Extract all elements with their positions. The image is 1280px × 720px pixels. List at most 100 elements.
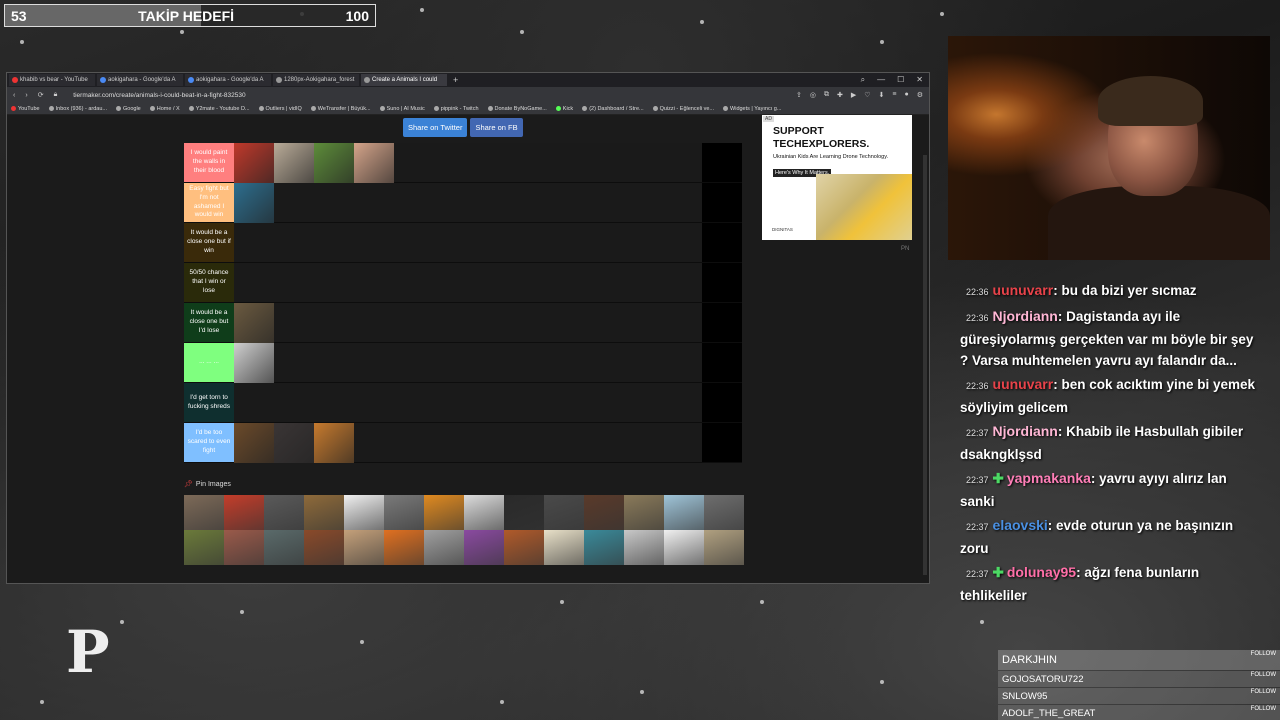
new-tab-button[interactable]: + — [453, 75, 458, 85]
share-icon[interactable]: ⇪ — [796, 91, 802, 99]
animal-thumbnail[interactable] — [234, 423, 274, 463]
bookmark-item[interactable]: Y2mate - Youtube D... — [189, 106, 250, 112]
heart-icon[interactable]: ♡ — [864, 91, 870, 99]
pool-animal-image[interactable] — [624, 495, 664, 530]
bookmark-item[interactable]: pippink - Twitch — [434, 106, 479, 112]
pool-animal-image[interactable] — [224, 495, 264, 530]
pool-animal-image[interactable] — [584, 495, 624, 530]
pool-animal-image[interactable] — [464, 530, 504, 565]
tier-settings-handle[interactable] — [702, 263, 742, 302]
share-twitter-button[interactable]: Share on Twitter — [403, 118, 468, 137]
tier-settings-handle[interactable] — [702, 383, 742, 422]
tier-label[interactable]: 50/50 chance that I win or lose — [184, 263, 234, 302]
bookmark-item[interactable]: Outliers | vidIQ — [259, 106, 302, 112]
maximize-button[interactable]: ☐ — [897, 75, 904, 85]
extension-icon[interactable]: ✚ — [837, 91, 843, 99]
animal-thumbnail[interactable] — [314, 143, 354, 183]
tier-settings-handle[interactable] — [702, 303, 742, 342]
tier-label[interactable]: I'd get torn to fucking shreds — [184, 383, 234, 422]
pool-animal-image[interactable] — [264, 530, 304, 565]
camera-icon[interactable]: ◎ — [810, 91, 816, 99]
tier-settings-handle[interactable] — [702, 343, 742, 382]
tier-settings-handle[interactable] — [702, 423, 742, 462]
tier-label[interactable]: I'd be too scared to even fight — [184, 423, 234, 462]
browser-tab[interactable]: aokigahara - Google'da A — [97, 74, 183, 86]
pool-animal-image[interactable] — [184, 530, 224, 565]
tier-label[interactable]: I would paint the walls in their blood — [184, 143, 234, 182]
play-icon[interactable]: ▶ — [851, 91, 856, 99]
browser-tab[interactable]: khabib vs bear - YouTube — [9, 74, 95, 86]
search-tabs-icon[interactable]: ⌕ — [861, 75, 865, 85]
bookmark-item[interactable]: Home / X — [150, 106, 180, 112]
animal-thumbnail[interactable] — [234, 303, 274, 343]
translate-icon[interactable]: ⧉ — [824, 91, 829, 99]
bookmark-item[interactable]: Quizzi - Eğlenceli ve... — [653, 106, 714, 112]
animal-thumbnail[interactable] — [234, 183, 274, 223]
animal-thumbnail[interactable] — [274, 423, 314, 463]
animal-thumbnail[interactable] — [314, 423, 354, 463]
pool-animal-image[interactable] — [544, 530, 584, 565]
pool-animal-image[interactable] — [584, 530, 624, 565]
pool-animal-image[interactable] — [464, 495, 504, 530]
tier-settings-handle[interactable] — [702, 223, 742, 262]
bookmark-item[interactable]: Inbox (936) - ardau... — [49, 106, 107, 112]
browser-tab[interactable]: aokigahara - Google'da A — [185, 74, 271, 86]
pool-animal-image[interactable] — [504, 495, 544, 530]
browser-tab[interactable]: 1280px-Aokigahara_forest — [273, 74, 359, 86]
pool-animal-image[interactable] — [424, 530, 464, 565]
back-icon[interactable]: ‹ — [13, 92, 15, 99]
advertisement[interactable]: AD SUPPORT TECHEXPLORERS. Ukrainian Kids… — [762, 115, 912, 240]
particle — [980, 620, 984, 624]
animal-thumbnail[interactable] — [234, 143, 274, 183]
animal-thumbnail[interactable] — [274, 143, 314, 183]
pool-animal-image[interactable] — [344, 530, 384, 565]
url-field[interactable]: tiermaker.com/create/animals-i-could-bea… — [67, 92, 786, 99]
pool-animal-image[interactable] — [344, 495, 384, 530]
pool-animal-image[interactable] — [424, 495, 464, 530]
tab-label: Create a Animals I could — [372, 77, 438, 83]
bookmark-item[interactable]: (2) Dashboard / Stre... — [582, 106, 643, 112]
reload-icon[interactable]: ⟳ — [38, 91, 44, 99]
tier-label[interactable]: It would be a close one but I'd lose — [184, 303, 234, 342]
pool-animal-image[interactable] — [384, 495, 424, 530]
animal-thumbnail[interactable] — [234, 343, 274, 383]
tier-settings-handle[interactable] — [702, 183, 742, 222]
tier-settings-handle[interactable] — [702, 143, 742, 182]
pool-animal-image[interactable] — [384, 530, 424, 565]
pool-animal-image[interactable] — [224, 530, 264, 565]
minimize-button[interactable]: — — [877, 75, 885, 85]
bookmark-item[interactable]: Widgets | Yayıncı g... — [723, 106, 781, 112]
bookmark-item[interactable]: Google — [116, 106, 141, 112]
forward-icon[interactable]: › — [25, 92, 27, 99]
pool-animal-image[interactable] — [704, 495, 744, 530]
tier-label[interactable]: ... ... ... — [184, 343, 234, 382]
bookmark-item[interactable]: Suno | AI Music — [380, 106, 425, 112]
pool-animal-image[interactable] — [544, 495, 584, 530]
pool-animal-image[interactable] — [304, 530, 344, 565]
pin-images-label[interactable]: 📌︎ Pin Images — [184, 480, 231, 488]
profile-icon[interactable]: ● — [904, 91, 908, 99]
tier-label[interactable]: Easy fight but I'm not ashamed I would w… — [184, 183, 234, 222]
browser-tab[interactable]: Create a Animals I could — [361, 74, 447, 86]
pool-animal-image[interactable] — [664, 530, 704, 565]
bookmark-item[interactable]: Kick — [556, 106, 573, 112]
tier-label[interactable]: It would be a close one but if win — [184, 223, 234, 262]
settings-icon[interactable]: ⚙ — [917, 91, 923, 99]
bookmark-item[interactable]: Donate ByNoGame... — [488, 106, 547, 112]
close-window-button[interactable]: ✕ — [916, 75, 923, 85]
pool-animal-image[interactable] — [704, 530, 744, 565]
pool-animal-image[interactable] — [304, 495, 344, 530]
bookmark-item[interactable]: YouTube — [11, 106, 40, 112]
animal-thumbnail[interactable] — [354, 143, 394, 183]
share-fb-button[interactable]: Share on FB — [470, 118, 523, 137]
page-scrollbar[interactable] — [923, 155, 927, 575]
pool-animal-image[interactable] — [264, 495, 304, 530]
bookmark-item[interactable]: WeTransfer | Büyük... — [311, 106, 371, 112]
pool-animal-image[interactable] — [504, 530, 544, 565]
pool-animal-image[interactable] — [664, 495, 704, 530]
pool-animal-image[interactable] — [624, 530, 664, 565]
pool-animal-image[interactable] — [184, 495, 224, 530]
menu-icon[interactable]: ≡ — [892, 91, 896, 99]
download-icon[interactable]: ⬇ — [879, 91, 885, 99]
youtube-icon — [12, 77, 18, 83]
